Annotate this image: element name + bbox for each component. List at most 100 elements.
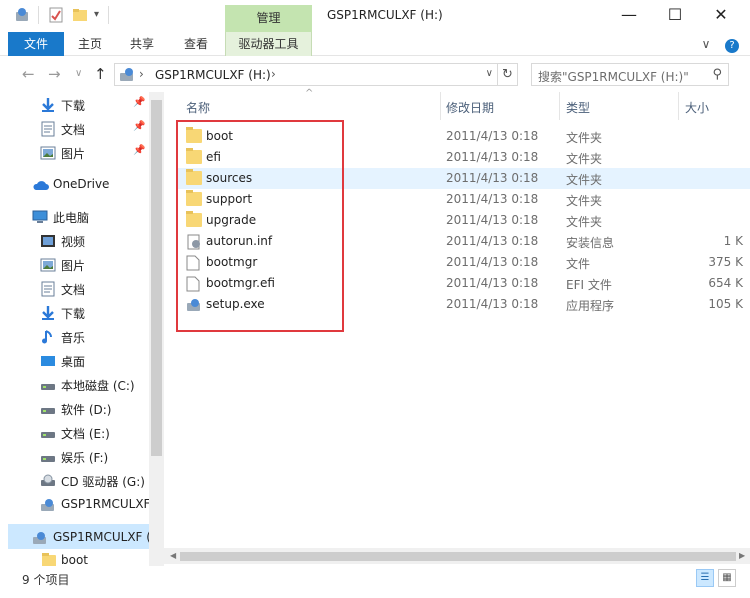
nav-item-this-pc[interactable]: 此电脑 xyxy=(0,205,150,229)
column-separator[interactable] xyxy=(440,92,441,120)
up-arrow-icon[interactable]: ↑ xyxy=(94,65,107,83)
horizontal-scroll-thumb[interactable] xyxy=(180,552,736,561)
close-button[interactable]: ✕ xyxy=(698,0,744,30)
tab-drive-tools[interactable]: 驱动器工具 xyxy=(225,32,312,56)
file-date: 2011/4/13 0:18 xyxy=(446,297,539,311)
drive-icon xyxy=(40,377,56,393)
tab-view[interactable]: 查看 xyxy=(176,32,216,56)
video-icon xyxy=(40,233,56,249)
scroll-right-icon[interactable]: ▶ xyxy=(739,551,745,560)
nav-scroll-thumb[interactable] xyxy=(151,100,162,456)
file-type: 文件夹 xyxy=(566,152,603,166)
setup-drive-icon xyxy=(32,530,48,546)
drive-app-icon[interactable] xyxy=(14,7,30,23)
breadcrumb-drive[interactable]: GSP1RMCULXF (H:) xyxy=(155,68,271,82)
file-date: 2011/4/13 0:18 xyxy=(446,234,539,248)
nav-item-pc-9[interactable]: 娱乐 (F:) xyxy=(0,445,150,469)
tab-share[interactable]: 共享 xyxy=(122,32,162,56)
sort-indicator-icon: ^ xyxy=(305,88,314,99)
file-date: 2011/4/13 0:18 xyxy=(446,129,539,143)
nav-item-label: GSP1RMCULXF ( xyxy=(53,530,151,544)
tab-file[interactable]: 文件 xyxy=(8,32,64,56)
nav-item-pc-0[interactable]: 视频 xyxy=(0,229,150,253)
nav-item-pc-11[interactable]: GSP1RMCULXF xyxy=(0,493,150,517)
help-icon[interactable]: ? xyxy=(724,32,740,56)
large-icons-view-icon[interactable]: ▦ xyxy=(718,569,736,587)
nav-item-selected-drive[interactable]: GSP1RMCULXF ( xyxy=(0,526,151,550)
nav-item-label: 娱乐 (F:) xyxy=(61,451,109,465)
file-size: 375 K xyxy=(708,255,743,269)
status-bar xyxy=(0,566,750,590)
address-dropdown-icon[interactable]: ∨ xyxy=(486,68,493,79)
file-type: 文件 xyxy=(566,257,591,271)
expand-ribbon-icon[interactable]: ∨ xyxy=(698,32,714,56)
back-arrow-icon[interactable]: ← xyxy=(22,65,35,83)
pin-icon[interactable]: 📌 xyxy=(133,121,145,132)
details-view-icon[interactable]: ☰ xyxy=(696,569,714,587)
properties-icon[interactable] xyxy=(48,7,64,23)
breadcrumb-separator-icon[interactable]: › xyxy=(271,67,276,81)
file-type: 文件夹 xyxy=(566,215,603,229)
file-date: 2011/4/13 0:18 xyxy=(446,213,539,227)
drive-icon xyxy=(40,449,56,465)
nav-item-downloads[interactable]: 下载 📌 xyxy=(0,93,150,117)
address-bar[interactable]: › GSP1RMCULXF (H:) › ∨ xyxy=(114,63,498,86)
search-icon[interactable]: ⚲ xyxy=(712,67,722,82)
file-size: 1 K xyxy=(723,234,743,248)
nav-item-onedrive[interactable]: OneDrive xyxy=(0,173,150,197)
nav-item-pc-8[interactable]: 文档 (E:) xyxy=(0,421,150,445)
column-separator[interactable] xyxy=(559,92,560,120)
column-separator[interactable] xyxy=(678,92,679,120)
nav-item-pc-7[interactable]: 软件 (D:) xyxy=(0,397,150,421)
bottom-strip xyxy=(0,590,750,598)
nav-item-pc-10[interactable]: CD 驱动器 (G:) xyxy=(0,469,150,493)
column-header-size[interactable]: 大小 xyxy=(685,99,709,116)
nav-item-label: GSP1RMCULXF xyxy=(61,497,151,511)
nav-item-pc-5[interactable]: 桌面 xyxy=(0,349,150,373)
nav-item-pc-6[interactable]: 本地磁盘 (C:) xyxy=(0,373,150,397)
maximize-button[interactable]: ☐ xyxy=(652,0,698,30)
drive-icon xyxy=(40,425,56,441)
tab-home[interactable]: 主页 xyxy=(70,32,110,56)
nav-item-label: 本地磁盘 (C:) xyxy=(61,379,135,393)
nav-item-documents[interactable]: 文档 📌 xyxy=(0,117,150,141)
nav-item-label: OneDrive xyxy=(53,177,110,191)
nav-item-label: 图片 xyxy=(61,259,86,273)
search-placeholder[interactable]: 搜索"GSP1RMCULXF (H:)" xyxy=(538,68,689,85)
title-divider xyxy=(38,6,39,24)
file-type: 文件夹 xyxy=(566,194,603,208)
column-header-name[interactable]: 名称 xyxy=(186,99,210,116)
nav-item-pc-2[interactable]: 文档 xyxy=(0,277,150,301)
search-box[interactable]: 搜索"GSP1RMCULXF (H:)" ⚲ xyxy=(531,63,729,86)
scroll-left-icon[interactable]: ◀ xyxy=(170,551,176,560)
item-count: 9 个项目 xyxy=(22,573,70,587)
file-type: 文件夹 xyxy=(566,173,603,187)
nav-item-pc-1[interactable]: 图片 xyxy=(0,253,150,277)
recent-locations-icon[interactable]: ∨ xyxy=(75,68,82,79)
nav-item-pictures[interactable]: 图片 📌 xyxy=(0,141,150,165)
title-bar: ▾ 管理 GSP1RMCULXF (H:) — ☐ ✕ xyxy=(0,0,750,32)
column-header-date[interactable]: 修改日期 xyxy=(446,99,494,116)
nav-item-label: boot xyxy=(61,553,89,567)
column-header-type[interactable]: 类型 xyxy=(566,99,590,116)
nav-item-pc-4[interactable]: 音乐 xyxy=(0,325,150,349)
file-date: 2011/4/13 0:18 xyxy=(446,255,539,269)
file-size: 654 K xyxy=(708,276,743,290)
nav-item-label: 下载 xyxy=(61,307,86,321)
window-title: GSP1RMCULXF (H:) xyxy=(327,8,443,22)
nav-item-label: 桌面 xyxy=(61,355,86,369)
refresh-icon[interactable]: ↻ xyxy=(498,63,518,86)
file-date: 2011/4/13 0:18 xyxy=(446,171,539,185)
minimize-button[interactable]: — xyxy=(606,0,652,30)
breadcrumb-separator-icon[interactable]: › xyxy=(139,67,144,81)
file-type: 安装信息 xyxy=(566,236,615,250)
pin-icon[interactable]: 📌 xyxy=(133,97,145,108)
ribbon-tabs: 文件 主页 共享 查看 驱动器工具 ∨ ? xyxy=(0,32,750,56)
nav-item-pc-3[interactable]: 下载 xyxy=(0,301,150,325)
new-folder-icon[interactable] xyxy=(72,7,88,23)
nav-item-label: 图片 xyxy=(61,147,86,161)
drive-icon xyxy=(40,401,56,417)
pin-icon[interactable]: 📌 xyxy=(133,145,145,156)
cd-drive-icon xyxy=(40,473,56,489)
forward-arrow-icon[interactable]: → xyxy=(48,65,61,83)
